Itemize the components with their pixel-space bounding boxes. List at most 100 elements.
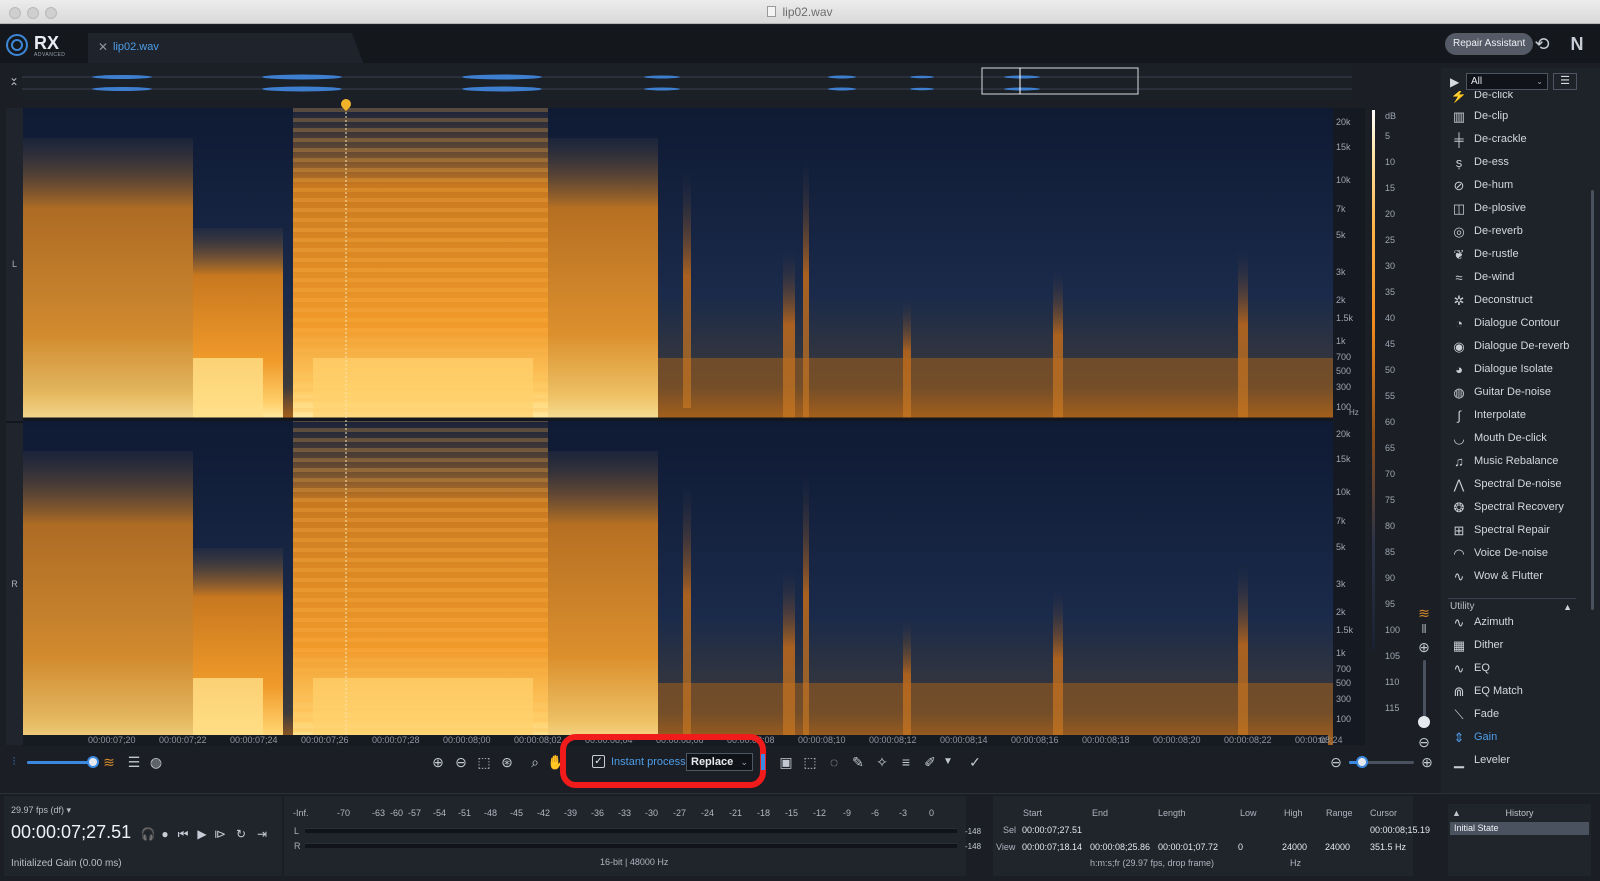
time-zoom-out-icon[interactable]: ⊖ <box>1326 752 1346 772</box>
view-length-value[interactable]: 00:00:01;07.72 <box>1158 842 1218 852</box>
rewind-button[interactable]: ⏮ <box>175 826 191 842</box>
module-item-de-plosive[interactable]: ◫ De-plosive <box>1448 198 1588 220</box>
brush-selection-icon[interactable]: ✎ <box>848 752 868 772</box>
module-item-dialogue-contour[interactable]: ◔ Dialogue Contour <box>1448 313 1588 335</box>
gain-brush-icon[interactable]: ✐ <box>920 752 940 772</box>
module-list-scrollbar[interactable] <box>1591 190 1594 610</box>
lasso-selection-icon[interactable]: ◌ <box>824 752 844 772</box>
view-end-value[interactable]: 00:00:08;25.86 <box>1090 842 1150 852</box>
module-item-interpolate[interactable]: ∫ Interpolate <box>1448 405 1588 427</box>
freq-zoom-in-icon[interactable]: ⊕ <box>1414 637 1434 657</box>
module-item-fade[interactable]: ⟍ Fade <box>1448 704 1588 726</box>
spectrogram-view[interactable]: L R 20k 15k 10k 7k 5k 3k 2k 1.5k 1k 700 … <box>6 96 1365 745</box>
markers-list-icon[interactable]: ☰ <box>124 752 144 772</box>
freq-zoom-out-icon[interactable]: ⊖ <box>1414 732 1434 752</box>
waveform-overview[interactable] <box>22 65 1352 100</box>
module-item-de-rustle[interactable]: ❦ De-rustle <box>1448 244 1588 266</box>
module-item-deconstruct[interactable]: ✲ Deconstruct <box>1448 290 1588 312</box>
collapse-caret-icon[interactable]: ▲ <box>1563 599 1572 615</box>
time-selection-icon[interactable]: ▣ <box>776 752 796 772</box>
spectrogram-toggle-icon[interactable]: ≋ <box>99 752 119 772</box>
module-item-de-ess[interactable]: ș De-ess <box>1448 152 1588 174</box>
frequency-scale[interactable]: 20k 15k 10k 7k 5k 3k 2k 1.5k 1k 700 500 … <box>1333 108 1365 745</box>
module-item-eq[interactable]: ∿ EQ <box>1448 658 1588 680</box>
play-module-icon[interactable]: ▶ <box>1450 75 1459 89</box>
module-item-spectral-repair[interactable]: ⊞ Spectral Repair <box>1448 520 1588 542</box>
view-low-value[interactable]: 0 <box>1238 842 1243 852</box>
module-item-mouth-de-click[interactable]: ◡ Mouth De-click <box>1448 428 1588 450</box>
module-item-dither[interactable]: ▦ Dither <box>1448 635 1588 657</box>
spectral-recovery-icon: ❂ <box>1453 500 1465 515</box>
module-item-de-reverb[interactable]: ◎ De-reverb <box>1448 221 1588 243</box>
native-instruments-icon[interactable]: N <box>1565 33 1589 55</box>
time-zoom-slider-knob[interactable] <box>1356 756 1368 768</box>
module-item-de-click[interactable]: ⚡ De-click <box>1448 91 1588 107</box>
headphones-icon[interactable]: 🎧 <box>140 826 156 842</box>
instant-process-checkbox[interactable]: ✓ <box>592 755 605 768</box>
freq-tick: 10k <box>1336 175 1351 185</box>
view-start-value[interactable]: 00:00:07;18.14 <box>1022 842 1082 852</box>
instant-process-mode-select[interactable]: Replace ⌄ <box>686 753 753 771</box>
module-item-de-crackle[interactable]: ╪ De-crackle <box>1448 129 1588 151</box>
module-filter-select[interactable]: All ⌄ <box>1466 73 1548 90</box>
range-header: Range <box>1326 808 1353 818</box>
freq-zoom-slider[interactable] <box>1423 660 1426 722</box>
module-item-spectral-recovery[interactable]: ❂ Spectral Recovery <box>1448 497 1588 519</box>
waveform-opacity-icon[interactable]: ⫶ <box>4 752 24 772</box>
play-end-button[interactable]: ⇥ <box>254 826 270 842</box>
zoom-out-icon[interactable]: ⊖ <box>451 752 471 772</box>
play-button[interactable]: ▶ <box>194 826 210 842</box>
notes-icon[interactable]: ◍ <box>146 752 166 772</box>
history-collapse-icon[interactable]: ▲ <box>1452 808 1461 818</box>
sel-start-value[interactable]: 00:00:07;27.51 <box>1022 825 1082 835</box>
tab-lip02[interactable]: ✕ lip02.wav <box>88 33 363 63</box>
module-menu-icon[interactable]: ☰ <box>1553 73 1577 90</box>
freq-zoom-knob[interactable] <box>1418 716 1430 728</box>
zoom-tool-icon[interactable]: ⌕ <box>525 752 545 772</box>
pencil-tool-icon[interactable]: ✓ <box>965 752 985 772</box>
connect-icon[interactable]: ⟲ <box>1530 33 1554 55</box>
zoom-fit-icon[interactable]: ⊛ <box>497 752 517 772</box>
loop-button[interactable]: ↻ <box>233 826 249 842</box>
play-selection-button[interactable]: ⧐ <box>212 826 228 842</box>
zoom-selection-icon[interactable]: ⬚ <box>474 752 494 772</box>
history-item[interactable]: Initial State <box>1450 822 1589 835</box>
gain-brush-dropdown-icon[interactable]: ▼ <box>938 752 958 772</box>
utility-section-header[interactable]: Utility ▲ <box>1448 598 1576 614</box>
module-item-azimuth[interactable]: ∿ Azimuth <box>1448 612 1588 634</box>
module-item-gain[interactable]: ⇕ Gain <box>1448 727 1588 749</box>
close-tab-icon[interactable]: ✕ <box>98 40 108 54</box>
view-high-value[interactable]: 24000 <box>1282 842 1307 852</box>
chevron-down-icon: ⌄ <box>1536 77 1543 86</box>
module-item-music-rebalance[interactable]: ♫ Music Rebalance <box>1448 451 1588 473</box>
module-item-leveler[interactable]: ▁ Leveler <box>1448 750 1588 772</box>
instant-process-label[interactable]: Instant process <box>611 756 686 768</box>
module-item-spectral-de-noise[interactable]: ⋀ Spectral De-noise <box>1448 474 1588 496</box>
history-header[interactable]: ▲ History <box>1448 808 1591 818</box>
magic-wand-icon[interactable]: ✧ <box>872 752 892 772</box>
meter-right-label: R <box>294 841 301 851</box>
module-item-dialogue-de-reverb[interactable]: ◉ Dialogue De-reverb <box>1448 336 1588 358</box>
module-item-guitar-de-noise[interactable]: ◍ Guitar De-noise <box>1448 382 1588 404</box>
timecode-display[interactable]: 00:00:07;27.51 <box>11 822 131 843</box>
module-item-wow-flutter[interactable]: ∿ Wow & Flutter <box>1448 566 1588 588</box>
module-item-de-wind[interactable]: ≈ De-wind <box>1448 267 1588 289</box>
high-header: High <box>1284 808 1303 818</box>
record-button[interactable]: ● <box>157 826 173 842</box>
meter-tick: -9 <box>843 808 852 818</box>
spectrogram-canvas[interactable] <box>23 108 1333 745</box>
view-range-value[interactable]: 24000 <box>1325 842 1350 852</box>
opacity-slider-knob[interactable] <box>87 756 99 768</box>
time-zoom-in-icon[interactable]: ⊕ <box>1417 752 1437 772</box>
module-item-de-clip[interactable]: ▥ De-clip <box>1448 106 1588 128</box>
collapse-overview-icon[interactable]: ⌄ ⌃ <box>6 71 22 93</box>
zoom-in-icon[interactable]: ⊕ <box>428 752 448 772</box>
module-item-de-hum[interactable]: ⊘ De-hum <box>1448 175 1588 197</box>
rectangle-selection-icon[interactable]: ⬚ <box>800 752 820 772</box>
frame-rate-label[interactable]: 29.97 fps (df) ▾ <box>11 805 71 816</box>
module-item-voice-de-noise[interactable]: ◠ Voice De-noise <box>1448 543 1588 565</box>
module-item-dialogue-isolate[interactable]: ◕ Dialogue Isolate <box>1448 359 1588 381</box>
repair-assistant-button[interactable]: Repair Assistant <box>1445 33 1534 55</box>
harmonic-selection-icon[interactable]: ≡ <box>896 752 916 772</box>
module-item-eq-match[interactable]: ⋒ EQ Match <box>1448 681 1588 703</box>
